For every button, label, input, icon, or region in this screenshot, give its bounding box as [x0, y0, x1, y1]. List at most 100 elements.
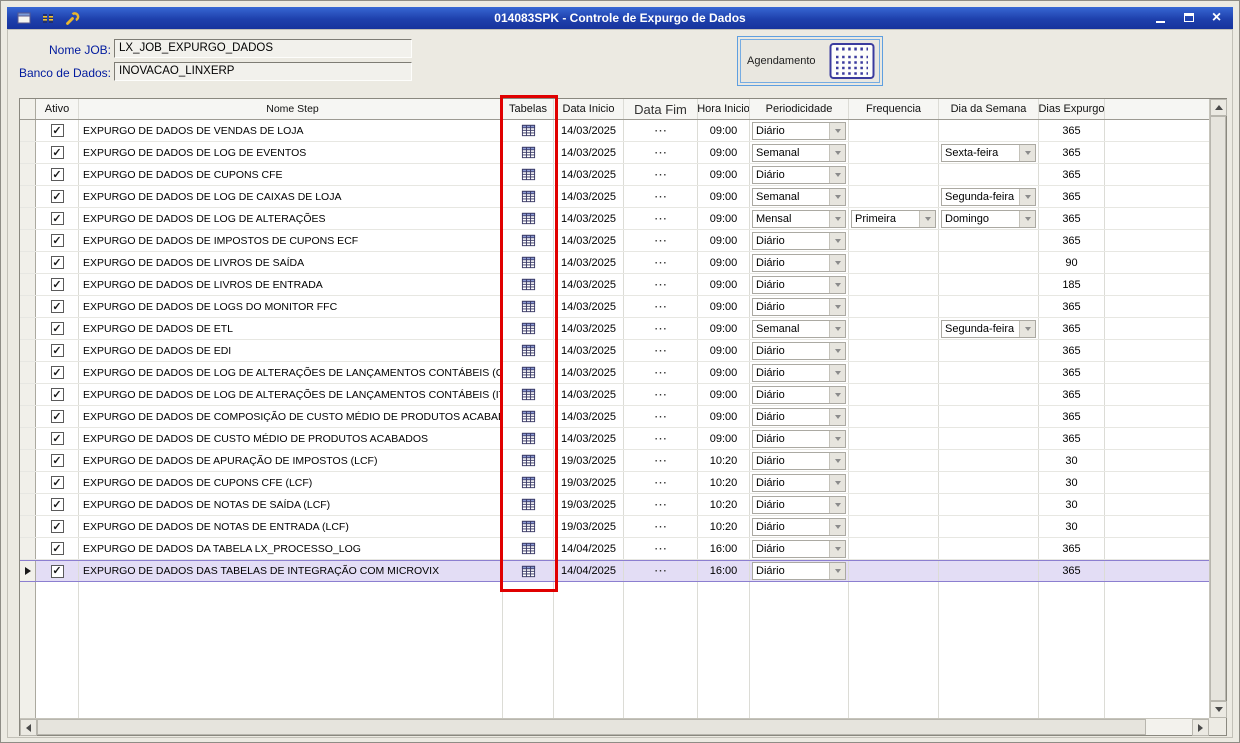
grid-row[interactable]: EXPURGO DE DADOS DE CUSTO MÉDIO DE PRODU…: [20, 428, 1209, 450]
periodicidade-select[interactable]: Diário: [752, 231, 846, 250]
tabelas-cell[interactable]: [503, 494, 554, 515]
chevron-down-icon[interactable]: [1019, 188, 1035, 205]
ativo-checkbox[interactable]: [50, 256, 64, 269]
periodicidade-select[interactable]: Diário: [752, 165, 846, 184]
tabelas-cell[interactable]: [503, 208, 554, 229]
tabelas-cell[interactable]: [503, 428, 554, 449]
column-header-frequencia[interactable]: Frequencia: [849, 99, 939, 119]
chevron-down-icon[interactable]: [829, 276, 845, 293]
dia-da-semana-select[interactable]: Sexta-feira: [941, 143, 1036, 162]
vertical-scroll-track[interactable]: [1210, 116, 1226, 701]
data-fim-ellipsis[interactable]: ⋯: [624, 208, 698, 229]
data-fim-ellipsis[interactable]: ⋯: [624, 340, 698, 361]
chevron-down-icon[interactable]: [829, 563, 845, 579]
chevron-down-icon[interactable]: [829, 408, 845, 425]
chevron-down-icon[interactable]: [829, 298, 845, 315]
column-header-periodicidade[interactable]: Periodicidade: [750, 99, 849, 119]
data-fim-ellipsis[interactable]: ⋯: [624, 538, 698, 559]
ativo-checkbox[interactable]: [50, 498, 64, 511]
grid-row[interactable]: EXPURGO DE DADOS DE COMPOSIÇÃO DE CUSTO …: [20, 406, 1209, 428]
data-fim-ellipsis[interactable]: ⋯: [624, 494, 698, 515]
chevron-down-icon[interactable]: [829, 430, 845, 447]
column-header-dia-da-semana[interactable]: Dia da Semana: [939, 99, 1039, 119]
tabelas-cell[interactable]: [503, 384, 554, 405]
tabelas-cell[interactable]: [503, 538, 554, 559]
tabelas-cell[interactable]: [503, 318, 554, 339]
column-header-data-inicio[interactable]: Data Inicio: [554, 99, 624, 119]
chevron-down-icon[interactable]: [829, 540, 845, 557]
column-header-ativo[interactable]: Ativo: [36, 99, 79, 119]
grid-row[interactable]: EXPURGO DE DADOS DE EDI 14/03/2025⋯09:00 D…: [20, 340, 1209, 362]
tabelas-cell[interactable]: [503, 340, 554, 361]
ativo-checkbox[interactable]: [50, 454, 64, 467]
data-fim-ellipsis[interactable]: ⋯: [624, 450, 698, 471]
ativo-checkbox[interactable]: [50, 190, 64, 203]
periodicidade-select[interactable]: Diário: [752, 495, 846, 514]
ativo-checkbox[interactable]: [50, 212, 64, 225]
scroll-down-button[interactable]: [1210, 701, 1227, 718]
grid-row[interactable]: EXPURGO DE DADOS DE CUPONS CFE 14/03/2025…: [20, 164, 1209, 186]
ativo-checkbox[interactable]: [50, 366, 64, 379]
chevron-down-icon[interactable]: [1019, 144, 1035, 161]
grid-row[interactable]: EXPURGO DE DADOS DE CUPONS CFE (LCF) 19/0…: [20, 472, 1209, 494]
periodicidade-select[interactable]: Diário: [752, 451, 846, 470]
chevron-down-icon[interactable]: [829, 188, 845, 205]
periodicidade-select[interactable]: Diário: [752, 517, 846, 536]
data-fim-ellipsis[interactable]: ⋯: [624, 296, 698, 317]
ativo-checkbox[interactable]: [50, 234, 64, 247]
data-fim-ellipsis[interactable]: ⋯: [624, 472, 698, 493]
column-header-hora-inicio[interactable]: Hora Inicio: [698, 99, 750, 119]
scroll-right-button[interactable]: [1192, 719, 1209, 736]
data-fim-ellipsis[interactable]: ⋯: [624, 230, 698, 251]
chevron-down-icon[interactable]: [829, 166, 845, 183]
periodicidade-select[interactable]: Semanal: [752, 143, 846, 162]
periodicidade-select[interactable]: Diário: [752, 473, 846, 492]
tabelas-cell[interactable]: [503, 230, 554, 251]
ativo-checkbox[interactable]: [50, 168, 64, 181]
grid-row[interactable]: EXPURGO DE DADOS DAS TABELAS DE INTEGRAÇ…: [20, 560, 1209, 582]
chevron-down-icon[interactable]: [829, 254, 845, 271]
periodicidade-select[interactable]: Mensal: [752, 209, 846, 228]
chevron-down-icon[interactable]: [1019, 320, 1035, 337]
data-fim-ellipsis[interactable]: ⋯: [624, 318, 698, 339]
tabelas-cell[interactable]: [503, 362, 554, 383]
agendamento-button[interactable]: Agendamento: [737, 36, 883, 86]
data-fim-ellipsis[interactable]: ⋯: [624, 406, 698, 427]
data-fim-ellipsis[interactable]: ⋯: [624, 274, 698, 295]
nome-job-field[interactable]: LX_JOB_EXPURGO_DADOS: [114, 39, 412, 58]
chevron-down-icon[interactable]: [829, 386, 845, 403]
ativo-checkbox[interactable]: [50, 124, 64, 137]
ativo-checkbox[interactable]: [50, 410, 64, 423]
data-fim-ellipsis[interactable]: ⋯: [624, 120, 698, 141]
periodicidade-select[interactable]: Diário: [752, 539, 846, 558]
frequencia-select[interactable]: Primeira: [851, 209, 936, 228]
dia-da-semana-select[interactable]: Segunda-feira: [941, 187, 1036, 206]
tabelas-cell[interactable]: [503, 450, 554, 471]
chevron-down-icon[interactable]: [829, 364, 845, 381]
ativo-checkbox[interactable]: [50, 432, 64, 445]
data-fim-ellipsis[interactable]: ⋯: [624, 384, 698, 405]
tabelas-cell[interactable]: [503, 516, 554, 537]
grid-row[interactable]: EXPURGO DE DADOS DE NOTAS DE ENTRADA (LC…: [20, 516, 1209, 538]
periodicidade-select[interactable]: Semanal: [752, 187, 846, 206]
chevron-down-icon[interactable]: [829, 342, 845, 359]
grid-row[interactable]: EXPURGO DE DADOS DE LOG DE ALTERAÇÕES DE…: [20, 384, 1209, 406]
periodicidade-select[interactable]: Semanal: [752, 319, 846, 338]
dia-da-semana-select[interactable]: Segunda-feira: [941, 319, 1036, 338]
grid-row[interactable]: EXPURGO DE DADOS DE VENDAS DE LOJA 14/03/…: [20, 120, 1209, 142]
chevron-down-icon[interactable]: [829, 210, 845, 227]
column-header-dias-expurgo[interactable]: Dias Expurgo: [1039, 99, 1105, 119]
chevron-down-icon[interactable]: [829, 518, 845, 535]
close-button[interactable]: ×: [1204, 9, 1229, 26]
tabelas-cell[interactable]: [503, 561, 554, 581]
data-fim-ellipsis[interactable]: ⋯: [624, 164, 698, 185]
tabelas-cell[interactable]: [503, 164, 554, 185]
data-fim-ellipsis[interactable]: ⋯: [624, 252, 698, 273]
horizontal-scrollbar[interactable]: [20, 718, 1209, 736]
ativo-checkbox[interactable]: [50, 322, 64, 335]
grid-row[interactable]: EXPURGO DE DADOS DE LOGS DO MONITOR FFC 1…: [20, 296, 1209, 318]
tabelas-cell[interactable]: [503, 120, 554, 141]
chevron-down-icon[interactable]: [829, 474, 845, 491]
scroll-left-button[interactable]: [20, 719, 37, 736]
chevron-down-icon[interactable]: [829, 144, 845, 161]
